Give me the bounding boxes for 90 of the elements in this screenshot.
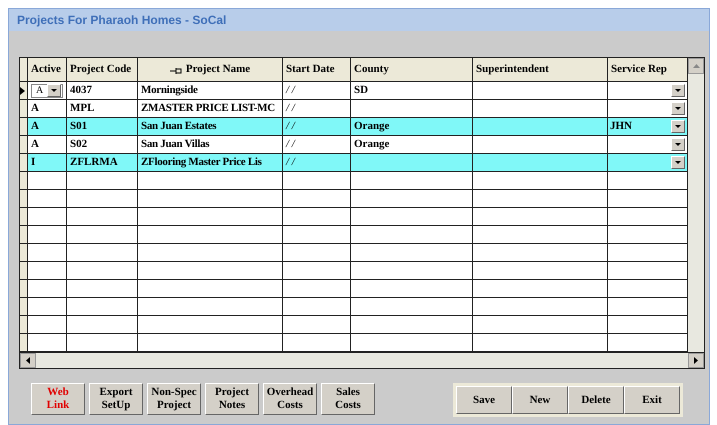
column-header[interactable]: Project Name (138, 58, 283, 82)
table-cell (283, 280, 351, 298)
row-header[interactable] (20, 172, 28, 190)
table-cell: Morningside (138, 82, 283, 100)
table-cell (67, 280, 138, 298)
table-cell: A (28, 118, 67, 136)
table-cell (28, 244, 67, 262)
table-cell (283, 190, 351, 208)
toolbar-button[interactable]: Overhead Costs (263, 383, 317, 415)
table-cell: Orange (351, 136, 473, 154)
window-title: Projects For Pharaoh Homes - SoCal (17, 12, 226, 29)
table-cell: S02 (67, 136, 138, 154)
row-header[interactable] (20, 316, 28, 334)
table-cell: / / (283, 82, 351, 100)
row-header[interactable] (20, 334, 28, 352)
row-pointer-icon (20, 86, 25, 94)
row-header[interactable] (20, 280, 28, 298)
table-cell (67, 190, 138, 208)
row-header[interactable] (20, 262, 28, 280)
table-cell: S01 (67, 118, 138, 136)
table-cell (28, 298, 67, 316)
table-cell: ZFLRMA (67, 154, 138, 172)
table-cell (28, 280, 67, 298)
table-cell (28, 334, 67, 352)
action-button[interactable]: Delete (568, 386, 624, 414)
action-button[interactable]: New (512, 386, 568, 414)
row-header[interactable] (20, 208, 28, 226)
toolbar-button[interactable]: Export SetUp (89, 383, 143, 415)
row-header[interactable] (20, 136, 28, 154)
toolbar-button[interactable]: Sales Costs (321, 383, 375, 415)
table-cell (283, 226, 351, 244)
table-cell (28, 226, 67, 244)
column-header[interactable]: Superintendent (473, 58, 608, 82)
table-cell (28, 208, 67, 226)
table-cell: / / (283, 100, 351, 118)
column-header[interactable]: Active (28, 58, 67, 82)
service-rep-dropdown[interactable]: JHN (608, 118, 687, 134)
pin-icon (170, 66, 182, 74)
row-header[interactable] (20, 244, 28, 262)
table-cell (283, 244, 351, 262)
table-cell (283, 316, 351, 334)
vertical-scrollbar[interactable] (688, 58, 704, 352)
table-cell: A (28, 136, 67, 154)
table-cell (67, 208, 138, 226)
table-cell: A (28, 100, 67, 118)
action-button[interactable]: Save (456, 386, 512, 414)
table-cell (283, 208, 351, 226)
table-cell (283, 172, 351, 190)
row-header[interactable] (20, 298, 28, 316)
row-header[interactable] (20, 154, 28, 172)
row-header[interactable] (20, 190, 28, 208)
horizontal-scrollbar[interactable] (20, 352, 704, 368)
table-cell: ZFlooring Master Price Lis (138, 154, 283, 172)
table-cell: SD (351, 82, 473, 100)
table-cell: San Juan Villas (138, 136, 283, 154)
table-cell (28, 190, 67, 208)
table-cell: I (28, 154, 67, 172)
table-cell (283, 298, 351, 316)
table-cell: ZMASTER PRICE LIST-MC (138, 100, 283, 118)
column-header[interactable]: Start Date (283, 58, 351, 82)
table-cell: 4037 (67, 82, 138, 100)
table-cell: Orange (351, 118, 473, 136)
table-cell: San Juan Estates (138, 118, 283, 136)
column-header[interactable]: Service Rep (608, 58, 688, 82)
row-header[interactable] (20, 82, 28, 100)
table-cell (28, 172, 67, 190)
table-cell (67, 316, 138, 334)
table-cell (283, 262, 351, 280)
action-button[interactable]: Exit (624, 386, 680, 414)
row-header[interactable] (20, 226, 28, 244)
column-header[interactable]: Project Code (67, 58, 138, 82)
toolbar-button[interactable]: Non-Spec Project (147, 383, 201, 415)
table-cell (67, 244, 138, 262)
table-cell (28, 262, 67, 280)
table-cell: MPL (67, 100, 138, 118)
active-dropdown[interactable]: A (31, 84, 63, 98)
column-header[interactable]: County (351, 58, 473, 82)
table-cell (67, 226, 138, 244)
table-cell (28, 316, 67, 334)
table-cell: / / (283, 118, 351, 136)
table-cell (67, 172, 138, 190)
table-cell (67, 262, 138, 280)
table-cell: / / (283, 154, 351, 172)
table-cell: / / (283, 136, 351, 154)
toolbar-button[interactable]: Project Notes (205, 383, 259, 415)
table-cell (67, 298, 138, 316)
table-cell (283, 334, 351, 352)
table-cell (67, 334, 138, 352)
row-header[interactable] (20, 100, 28, 118)
row-header[interactable] (20, 118, 28, 136)
